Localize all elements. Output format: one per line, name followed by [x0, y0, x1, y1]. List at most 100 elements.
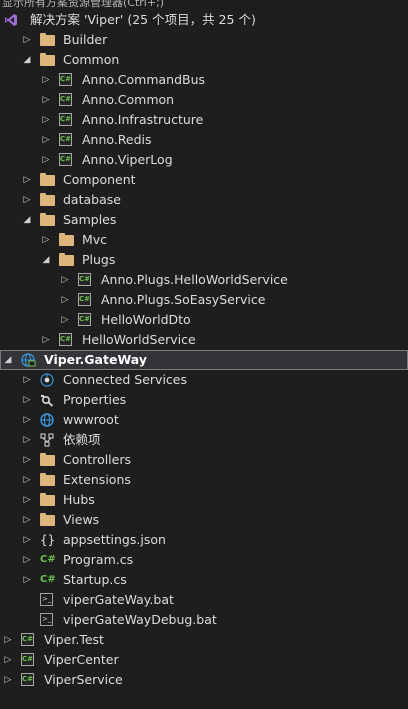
- tree-row[interactable]: ▷ Mvc: [0, 230, 408, 250]
- chevron-right-icon[interactable]: ▷: [40, 230, 52, 250]
- folder-icon: [40, 53, 55, 66]
- tree-item-label: Anno.Common: [82, 92, 175, 107]
- tree-item-label: Builder: [63, 32, 108, 47]
- tree-item-label: HelloWorldService: [82, 332, 196, 347]
- chevron-right-icon[interactable]: ▷: [40, 110, 52, 130]
- tree-row[interactable]: ▷ ViperService: [0, 670, 408, 690]
- tree-row[interactable]: ▷ Builder: [0, 30, 408, 50]
- tree-row[interactable]: ▷ Anno.Redis: [0, 130, 408, 150]
- csharp-file-icon: C#: [40, 554, 56, 565]
- chevron-down-icon[interactable]: ◢: [21, 50, 33, 70]
- batch-file-icon: [40, 613, 53, 626]
- tree-row[interactable]: ◢ Plugs: [0, 250, 408, 270]
- tree-item-label: viperGateWayDebug.bat: [63, 612, 217, 627]
- chevron-right-icon[interactable]: ▷: [21, 470, 33, 490]
- csharp-project-icon: [21, 673, 34, 686]
- folder-icon: [40, 173, 55, 186]
- tree-row[interactable]: ▷ Viper.Test: [0, 630, 408, 650]
- tree-row[interactable]: ▷ ViperCenter: [0, 650, 408, 670]
- chevron-right-icon[interactable]: ▷: [40, 130, 52, 150]
- tree-row[interactable]: viperGateWay.bat: [0, 590, 408, 610]
- tree-row[interactable]: ◢ Viper.GateWay: [0, 350, 408, 370]
- tree-row[interactable]: ▷ database: [0, 190, 408, 210]
- chevron-right-icon[interactable]: ▷: [2, 650, 14, 670]
- chevron-right-icon[interactable]: ▷: [40, 150, 52, 170]
- tree-row[interactable]: ▷ Anno.Plugs.SoEasyService: [0, 290, 408, 310]
- chevron-right-icon[interactable]: ▷: [59, 270, 71, 290]
- tree-row[interactable]: ▷ Anno.ViperLog: [0, 150, 408, 170]
- visual-studio-solution-icon: [4, 13, 18, 27]
- tree-row[interactable]: ▷ HelloWorldService: [0, 330, 408, 350]
- chevron-right-icon[interactable]: ▷: [21, 370, 33, 390]
- folder-icon: [40, 513, 55, 526]
- tree-row[interactable]: ▷ 依赖项: [0, 430, 408, 450]
- dependencies-icon: [40, 433, 55, 447]
- json-file-icon: {}: [40, 533, 56, 547]
- csharp-project-icon: [78, 313, 91, 326]
- tree-row[interactable]: ▷ {} appsettings.json: [0, 530, 408, 550]
- chevron-right-icon[interactable]: ▷: [21, 510, 33, 530]
- chevron-right-icon[interactable]: ▷: [40, 330, 52, 350]
- tree-row[interactable]: ◢ Samples: [0, 210, 408, 230]
- folder-icon: [59, 253, 74, 266]
- chevron-right-icon[interactable]: ▷: [40, 90, 52, 110]
- tree-row[interactable]: ▷ Extensions: [0, 470, 408, 490]
- tree-item-label: appsettings.json: [63, 532, 166, 547]
- chevron-right-icon[interactable]: ▷: [21, 430, 33, 450]
- chevron-right-icon[interactable]: ▷: [59, 310, 71, 330]
- tree-item-label: Viper.Test: [44, 632, 104, 647]
- tree-row[interactable]: ▷ Anno.Common: [0, 90, 408, 110]
- tree-row[interactable]: ▷ Anno.CommandBus: [0, 70, 408, 90]
- chevron-right-icon[interactable]: ▷: [21, 490, 33, 510]
- tree-row[interactable]: ▷ Hubs: [0, 490, 408, 510]
- folder-icon: [59, 233, 74, 246]
- csharp-project-icon: [78, 273, 91, 286]
- chevron-right-icon[interactable]: ▷: [21, 190, 33, 210]
- chevron-right-icon[interactable]: ▷: [21, 30, 33, 50]
- tree-item-label: 依赖项: [63, 432, 101, 447]
- chevron-right-icon[interactable]: ▷: [21, 570, 33, 590]
- tree-row[interactable]: viperGateWayDebug.bat: [0, 610, 408, 630]
- chevron-right-icon[interactable]: ▷: [2, 670, 14, 690]
- tree-item-label: ViperCenter: [44, 652, 119, 667]
- tree-row[interactable]: ▷ Properties: [0, 390, 408, 410]
- connected-services-icon: [40, 373, 55, 387]
- chevron-right-icon[interactable]: ▷: [21, 390, 33, 410]
- chevron-down-icon[interactable]: ◢: [40, 250, 52, 270]
- tree-row[interactable]: ▷ Controllers: [0, 450, 408, 470]
- tree-row[interactable]: ▷ Anno.Infrastructure: [0, 110, 408, 130]
- tree-row[interactable]: ▷ HelloWorldDto: [0, 310, 408, 330]
- tree-row[interactable]: ▷ C# Program.cs: [0, 550, 408, 570]
- csharp-project-icon: [59, 93, 72, 106]
- tree-row[interactable]: ▷ Anno.Plugs.HelloWorldService: [0, 270, 408, 290]
- chevron-right-icon[interactable]: ▷: [21, 170, 33, 190]
- tree-item-label: Views: [63, 512, 100, 527]
- tree-item-label: Extensions: [63, 472, 131, 487]
- chevron-down-icon[interactable]: ◢: [21, 210, 33, 230]
- tree-item-label: Common: [63, 52, 120, 67]
- csharp-project-icon: [59, 133, 72, 146]
- chevron-right-icon[interactable]: ▷: [21, 450, 33, 470]
- solution-label: 解决方案 'Viper' (25 个项目，共 25 个): [30, 12, 256, 27]
- tree-row[interactable]: ▷ Connected Services: [0, 370, 408, 390]
- csharp-file-icon: C#: [40, 574, 56, 585]
- tree-item-label: Anno.Infrastructure: [82, 112, 204, 127]
- tree-item-label: Component: [63, 172, 136, 187]
- chevron-right-icon[interactable]: ▷: [59, 290, 71, 310]
- chevron-down-icon[interactable]: ◢: [2, 350, 14, 370]
- tree-row[interactable]: ▷ Views: [0, 510, 408, 530]
- tree-row[interactable]: ▷ wwwroot: [0, 410, 408, 430]
- chevron-right-icon[interactable]: ▷: [21, 410, 33, 430]
- chevron-right-icon[interactable]: ▷: [21, 530, 33, 550]
- tree-row[interactable]: ▷ Component: [0, 170, 408, 190]
- solution-explorer-tree: 解决方案 'Viper' (25 个项目，共 25 个) ▷ Builder ◢ Co…: [0, 10, 408, 690]
- solution-node[interactable]: 解决方案 'Viper' (25 个项目，共 25 个): [0, 10, 408, 30]
- tree-row[interactable]: ▷ C# Startup.cs: [0, 570, 408, 590]
- chevron-right-icon[interactable]: ▷: [21, 550, 33, 570]
- folder-icon: [40, 193, 55, 206]
- tree-item-label: Hubs: [63, 492, 95, 507]
- chevron-right-icon[interactable]: ▷: [40, 70, 52, 90]
- folder-icon: [40, 213, 55, 226]
- tree-row[interactable]: ◢ Common: [0, 50, 408, 70]
- chevron-right-icon[interactable]: ▷: [2, 630, 14, 650]
